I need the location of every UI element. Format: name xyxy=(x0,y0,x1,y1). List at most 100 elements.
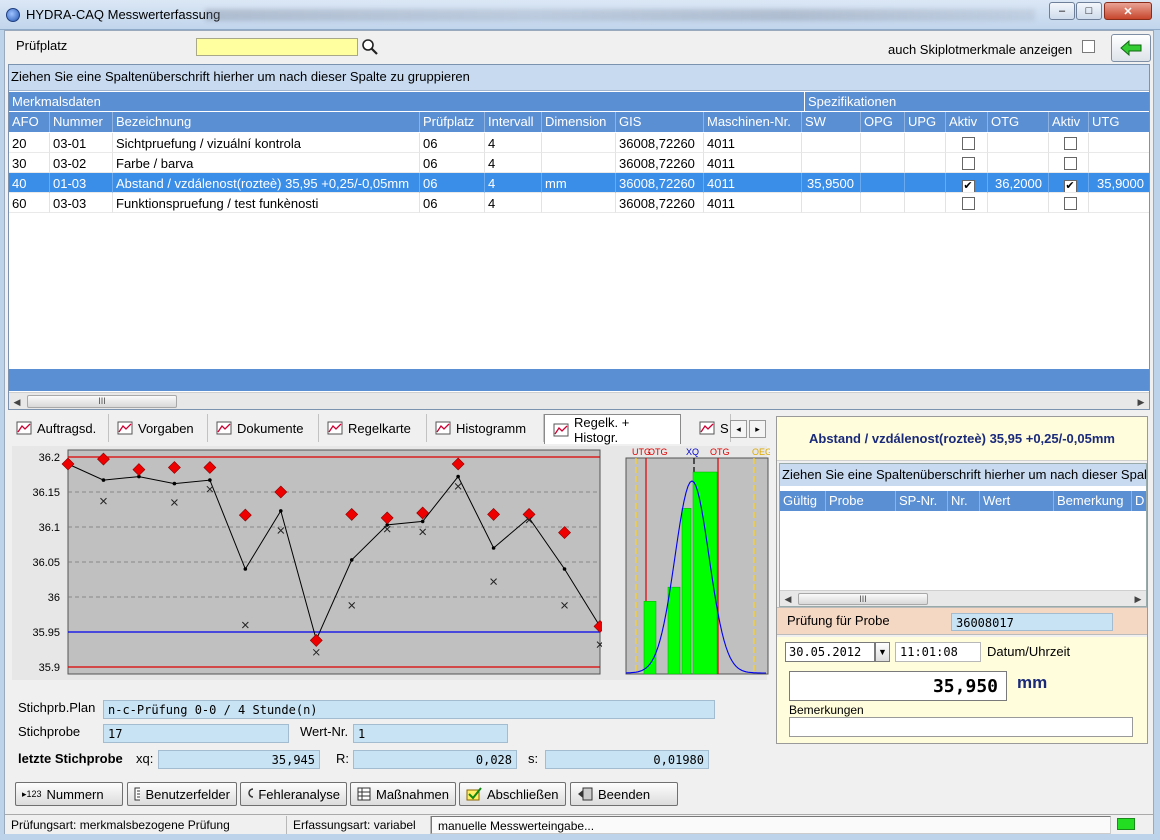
cell-afo[interactable]: 30 xyxy=(9,153,50,173)
back-button[interactable] xyxy=(1111,34,1151,62)
rp-scroll-right-icon[interactable]: ▶ xyxy=(1132,593,1144,605)
cell-opg[interactable] xyxy=(861,173,905,193)
cell-bez[interactable]: Funktionspruefung / test funkènosti xyxy=(113,193,420,213)
cell-afo[interactable]: 20 xyxy=(9,133,50,153)
tab-regelkarte[interactable]: Regelkarte xyxy=(319,414,427,442)
cell-int[interactable]: 4 xyxy=(485,133,542,153)
col-header-utg-14[interactable]: UTG xyxy=(1089,112,1149,132)
col-header-intervall-4[interactable]: Intervall xyxy=(485,112,542,132)
cell-dim[interactable] xyxy=(542,133,616,153)
cell-nummer[interactable]: 03-02 xyxy=(50,153,113,173)
grid-horizontal-scrollbar[interactable]: ◀ III ▶ xyxy=(9,392,1149,409)
aktiv-checkbox[interactable] xyxy=(1063,197,1077,210)
col-header-opg-9[interactable]: OPG xyxy=(861,112,905,132)
cell-pp[interactable]: 06 xyxy=(420,153,485,173)
skiplot-checkbox[interactable] xyxy=(1082,40,1095,53)
aktiv-checkbox[interactable] xyxy=(961,137,975,150)
maximize-button[interactable]: □ xyxy=(1076,2,1102,20)
minimize-button[interactable]: – xyxy=(1049,2,1075,20)
aktiv-cell[interactable]: ✔ xyxy=(1049,173,1089,193)
cell-opg[interactable] xyxy=(861,153,905,173)
group-by-hint[interactable]: Ziehen Sie eine Spaltenüberschrift hierh… xyxy=(9,65,1149,91)
cell-bez[interactable]: Sichtpruefung / vizuální kontrola xyxy=(113,133,420,153)
aktiv-cell[interactable] xyxy=(946,193,988,213)
rp-col-header-6[interactable]: D xyxy=(1132,491,1146,511)
cell-bez[interactable]: Farbe / barva xyxy=(113,153,420,173)
pruefplatz-input[interactable] xyxy=(196,38,358,56)
cell-pp[interactable]: 06 xyxy=(420,173,485,193)
cell-masch[interactable]: 4011 xyxy=(704,133,802,153)
col-header-upg-10[interactable]: UPG xyxy=(905,112,946,132)
date-field[interactable]: 30.05.2012 xyxy=(785,642,875,662)
remarks-input[interactable] xyxy=(789,717,1133,737)
cell-upg[interactable] xyxy=(905,133,946,153)
cell-dim[interactable] xyxy=(542,153,616,173)
cell-gis[interactable]: 36008,72260 xyxy=(616,193,704,213)
measurement-value-input[interactable]: 35,950 xyxy=(789,671,1007,701)
aktiv-checkbox[interactable]: ✔ xyxy=(1063,180,1077,192)
cell-opg[interactable] xyxy=(861,193,905,213)
rp-horizontal-scrollbar[interactable]: ◀ III ▶ xyxy=(780,590,1146,606)
cell-gis[interactable]: 36008,72260 xyxy=(616,173,704,193)
tab-dokumente[interactable]: Dokumente xyxy=(208,414,319,442)
aktiv-cell[interactable] xyxy=(1049,133,1089,153)
col-header-sw-8[interactable]: SW xyxy=(802,112,861,132)
cell-sw[interactable] xyxy=(802,193,861,213)
aktiv-cell[interactable] xyxy=(946,153,988,173)
aktiv-checkbox[interactable] xyxy=(961,197,975,210)
rp-col-header-0[interactable]: Gültig xyxy=(780,491,826,511)
cell-gis[interactable]: 36008,72260 xyxy=(616,153,704,173)
tab-scroll-left-icon[interactable]: ◂ xyxy=(730,420,747,438)
cell-upg[interactable] xyxy=(905,153,946,173)
col-header-pr-fplatz-3[interactable]: Prüfplatz xyxy=(420,112,485,132)
table-row[interactable]: 20 03-01 Sichtpruefung / vizuální kontrola… xyxy=(9,133,1149,153)
tab-auftragsd-[interactable]: Auftragsd. xyxy=(8,414,109,442)
cell-nummer[interactable]: 03-03 xyxy=(50,193,113,213)
rp-col-header-5[interactable]: Bemerkung xyxy=(1054,491,1132,511)
cell-otg[interactable] xyxy=(988,133,1049,153)
benutzerfelder-button[interactable]: Benutzerfelder xyxy=(127,782,237,806)
rp-scroll-left-icon[interactable]: ◀ xyxy=(782,593,794,605)
cell-gis[interactable]: 36008,72260 xyxy=(616,133,704,153)
aktiv-cell[interactable] xyxy=(1049,193,1089,213)
rp-col-header-1[interactable]: Probe xyxy=(826,491,896,511)
cell-utg[interactable]: 35,9000 xyxy=(1089,173,1149,193)
col-header-afo-0[interactable]: AFO xyxy=(9,112,50,132)
aktiv-cell[interactable] xyxy=(1049,153,1089,173)
cell-bez[interactable]: Abstand / vzdálenost(rozteè) 35,95 +0,25… xyxy=(113,173,420,193)
col-header-nummer-1[interactable]: Nummer xyxy=(50,112,113,132)
aktiv-checkbox[interactable] xyxy=(1063,137,1077,150)
tab-vorgaben[interactable]: Vorgaben xyxy=(109,414,208,442)
cell-masch[interactable]: 4011 xyxy=(704,153,802,173)
tab-s[interactable]: S xyxy=(691,414,731,442)
cell-otg[interactable] xyxy=(988,153,1049,173)
cell-sw[interactable] xyxy=(802,133,861,153)
nummern-button[interactable]: ▸123 Nummern xyxy=(15,782,123,806)
cell-upg[interactable] xyxy=(905,193,946,213)
massnahmen-button[interactable]: Maßnahmen xyxy=(350,782,456,806)
col-header-gis-6[interactable]: GIS xyxy=(616,112,704,132)
cell-masch[interactable]: 4011 xyxy=(704,193,802,213)
cell-afo[interactable]: 40 xyxy=(9,173,50,193)
cell-int[interactable]: 4 xyxy=(485,173,542,193)
tab-histogramm[interactable]: Histogramm xyxy=(427,414,544,442)
aktiv-cell[interactable]: ✔ xyxy=(946,173,988,193)
cell-int[interactable]: 4 xyxy=(485,193,542,213)
col-header-aktiv-13[interactable]: Aktiv xyxy=(1049,112,1089,132)
cell-utg[interactable] xyxy=(1089,153,1149,173)
cell-dim[interactable]: mm xyxy=(542,173,616,193)
cell-pp[interactable]: 06 xyxy=(420,133,485,153)
col-header-dimension-5[interactable]: Dimension xyxy=(542,112,616,132)
cell-opg[interactable] xyxy=(861,133,905,153)
cell-pp[interactable]: 06 xyxy=(420,193,485,213)
rp-group-hint[interactable]: Ziehen Sie eine Spaltenüberschrift hierh… xyxy=(780,464,1146,486)
aktiv-checkbox[interactable] xyxy=(961,157,975,170)
cell-sw[interactable]: 35,9500 xyxy=(802,173,861,193)
cell-int[interactable]: 4 xyxy=(485,153,542,173)
cell-otg[interactable] xyxy=(988,193,1049,213)
tab-scroll-right-icon[interactable]: ▸ xyxy=(749,420,766,438)
calendar-dropdown-icon[interactable]: ▼ xyxy=(875,642,890,662)
scroll-thumb[interactable]: III xyxy=(27,395,177,408)
rp-col-header-4[interactable]: Wert xyxy=(980,491,1054,511)
table-row[interactable]: 60 03-03 Funktionspruefung / test funkènos… xyxy=(9,193,1149,213)
